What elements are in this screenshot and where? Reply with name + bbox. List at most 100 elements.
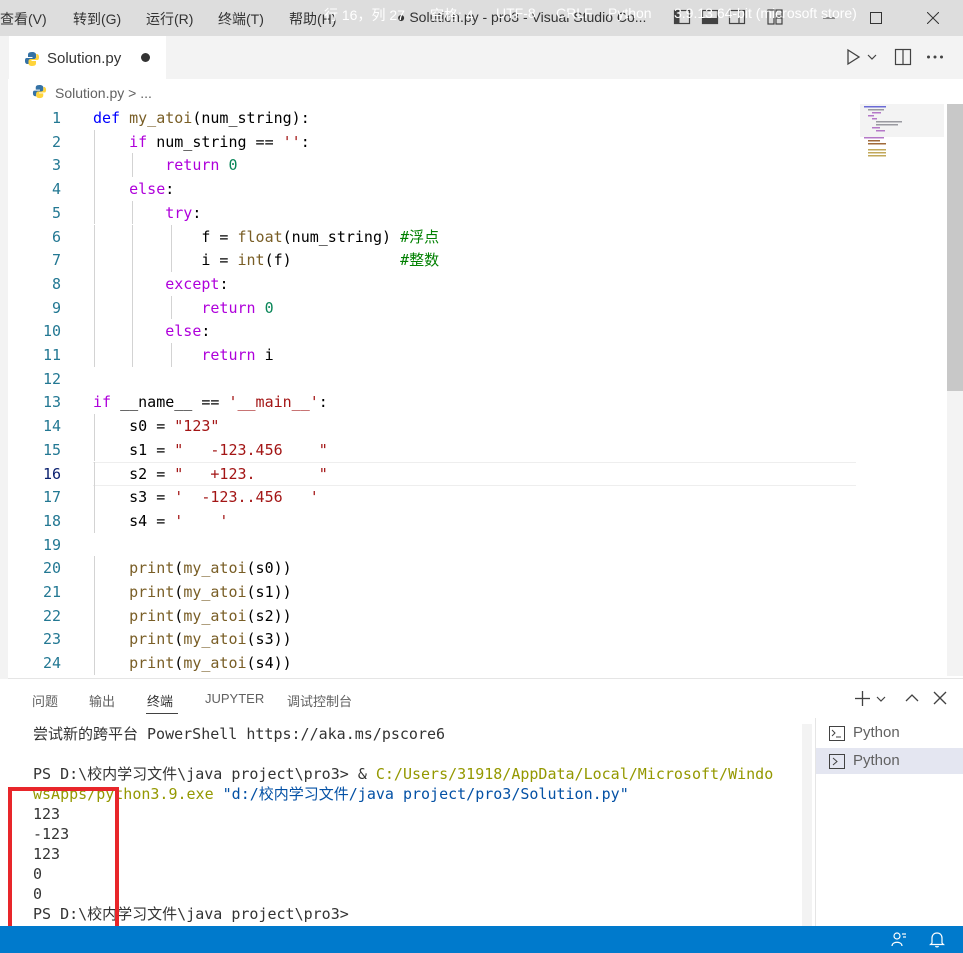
feedback-icon[interactable] (891, 931, 908, 948)
code-line[interactable]: 13 if __name__ == '__main__': (8, 390, 947, 414)
indent-guide (94, 556, 95, 580)
editor-scrollbar-thumb[interactable] (947, 104, 963, 391)
breadcrumb-file[interactable]: Solution.py (55, 85, 124, 101)
code-line[interactable]: 23 print(my_atoi(s3)) (8, 627, 947, 651)
indent-guide (94, 461, 95, 486)
status-interpreter[interactable]: 3.9.13 64-bit (microsoft store) (674, 5, 857, 21)
code-text: else: (165, 322, 211, 341)
code-editor[interactable]: 1 def my_atoi(num_string): 2 if num_string… (8, 104, 947, 676)
code-text: else: (129, 180, 175, 199)
indent-guide (94, 295, 95, 320)
code-line[interactable]: 11 return i (8, 343, 947, 367)
active-tab-underline (146, 713, 178, 714)
line-number: 16 (42, 464, 61, 483)
maximize-panel-chevron-up-icon[interactable] (904, 690, 920, 706)
new-terminal-icon[interactable] (854, 690, 871, 707)
code-line[interactable]: 15 s1 = " -123.456 " (8, 438, 947, 462)
split-editor-icon[interactable] (894, 48, 912, 66)
panel-divider (8, 678, 963, 679)
indent-guide (132, 295, 134, 320)
code-line[interactable]: 20 print(my_atoi(s0)) (8, 556, 947, 580)
status-eol[interactable]: CRLF (556, 5, 593, 21)
output-highlight-box (8, 787, 119, 930)
breadcrumb-python-icon (32, 84, 47, 99)
code-line[interactable]: 1 def my_atoi(num_string): (8, 106, 947, 130)
status-indentation[interactable]: 空格: 4 (430, 5, 474, 25)
status-encoding[interactable]: UTF-8 (496, 5, 536, 21)
tab-debug-console[interactable]: 调试控制台 (287, 691, 352, 710)
line-number: 3 (51, 156, 61, 175)
terminal-command-line-wrap: wsApps/python3.9.exe "d:/校内学习文件/java pro… (33, 784, 629, 804)
line-number: 4 (51, 180, 61, 199)
close-window-button[interactable] (910, 0, 956, 36)
indent-guide (170, 295, 172, 320)
code-text: if __name__ == '__main__': (93, 393, 328, 412)
code-line[interactable]: 18 s4 = ' ' (8, 509, 947, 533)
tab-terminal[interactable]: 终端 (147, 691, 173, 710)
code-text: s2 = " +123. " (93, 464, 328, 483)
indent-guide (94, 651, 95, 675)
maximize-icon (870, 12, 882, 24)
code-line[interactable]: 17 s3 = ' -123..456 ' (8, 485, 947, 509)
code-line[interactable]: 12 (8, 367, 947, 391)
run-icon[interactable] (845, 48, 861, 66)
menu-view[interactable]: 查看(V) (0, 9, 47, 29)
more-actions-icon[interactable] (926, 54, 944, 60)
minimap[interactable] (860, 104, 944, 164)
indent-guide (94, 200, 95, 225)
code-line[interactable]: 3 return 0 (8, 153, 947, 177)
code-line[interactable]: 19 (8, 533, 947, 557)
terminal-output[interactable]: 尝试新的跨平台 PowerShell https://aka.ms/pscore… (33, 724, 813, 926)
code-line[interactable]: 4 else: (8, 177, 947, 201)
status-cursor-position[interactable]: 行 16，列 27 (324, 5, 405, 25)
code-line[interactable]: 7 i = int(f) #整数 (8, 248, 947, 272)
terminal-command-line: PS D:\校内学习文件\java project\pro3> & C:/Use… (33, 764, 773, 784)
line-number: 23 (42, 630, 61, 649)
code-text: return 0 (201, 298, 274, 317)
unsaved-dot-icon[interactable] (141, 53, 150, 62)
notifications-bell-icon[interactable] (929, 931, 945, 948)
code-text: i = int(f) #整数 (93, 251, 440, 270)
terminal-banner: 尝试新的跨平台 PowerShell https://aka.ms/pscore… (33, 725, 446, 743)
maximize-button[interactable] (853, 0, 899, 36)
tab-jupyter[interactable]: JUPYTER (205, 691, 264, 706)
terminal-list-item-selected[interactable]: Python (816, 748, 963, 774)
code-line[interactable]: 5 try: (8, 201, 947, 225)
code-line[interactable]: 14 s0 = "123" (8, 414, 947, 438)
code-line[interactable]: 24 print(my_atoi(s4)) (8, 651, 947, 675)
menu-run[interactable]: 运行(R) (146, 9, 193, 29)
python-file-icon (25, 52, 39, 66)
close-panel-icon[interactable] (932, 690, 948, 706)
terminal-list-item[interactable]: Python (816, 720, 963, 746)
tab-problems[interactable]: 问题 (32, 691, 58, 710)
menu-go[interactable]: 转到(G) (73, 9, 121, 29)
code-text: if num_string == '': (129, 132, 310, 151)
tab-output[interactable]: 输出 (89, 691, 115, 710)
code-text: s0 = "123" (93, 417, 220, 436)
status-language[interactable]: Python (608, 5, 652, 21)
code-text: print(my_atoi(s4)) (129, 654, 292, 673)
code-line[interactable]: 16 s2 = " +123. " (8, 462, 947, 486)
code-line[interactable]: 6 f = float(num_string) #浮点 (8, 225, 947, 249)
breadcrumb-rest[interactable]: > ... (128, 85, 152, 101)
code-line[interactable]: 10 else: (8, 319, 947, 343)
code-line[interactable]: 9 return 0 (8, 296, 947, 320)
indent-guide (94, 224, 95, 249)
line-number: 8 (51, 274, 61, 293)
line-number: 15 (42, 440, 61, 459)
indent-guide (94, 627, 95, 652)
breadcrumb[interactable]: Solution.py > ... (55, 85, 152, 101)
terminal-scrollbar[interactable] (802, 724, 812, 926)
code-line[interactable]: 21 print(my_atoi(s1)) (8, 580, 947, 604)
chevron-down-icon[interactable] (867, 52, 877, 62)
code-line[interactable]: 2 if num_string == '': (8, 130, 947, 154)
indent-guide (132, 153, 134, 178)
terminal-amp: & (357, 765, 376, 783)
code-text: return 0 (165, 156, 238, 175)
code-line[interactable]: 8 except: (8, 272, 947, 296)
terminal-dropdown-chevron-icon[interactable] (876, 694, 886, 704)
code-line[interactable]: 22 print(my_atoi(s2)) (8, 604, 947, 628)
code-text: print(my_atoi(s3)) (129, 630, 292, 649)
code-text: print(my_atoi(s1)) (129, 583, 292, 601)
menu-terminal[interactable]: 终端(T) (218, 9, 264, 29)
